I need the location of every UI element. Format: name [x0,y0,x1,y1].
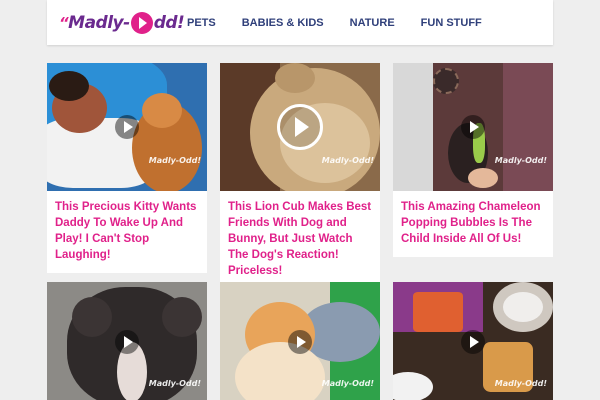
watermark: Madly-Odd! [494,379,547,388]
video-card[interactable]: Madly-Odd! This Precious Kitty Wants Dad… [47,63,207,273]
video-card[interactable]: Madly-Odd! [47,282,207,400]
watermark: Madly-Odd! [148,379,201,388]
play-icon[interactable] [115,115,139,139]
video-thumbnail[interactable]: Madly-Odd! [220,282,380,400]
logo-text-right: dd! [153,13,185,33]
watermark: Madly-Odd! [148,156,201,165]
video-thumbnail[interactable]: Madly-Odd! [220,63,380,191]
video-thumbnail[interactable]: Madly-Odd! [393,282,553,400]
video-title[interactable]: This Precious Kitty Wants Daddy To Wake … [47,191,207,273]
nav-nature[interactable]: NATURE [350,17,395,29]
main-nav: PETS BABIES & KIDS NATURE FUN STUFF [187,0,508,45]
play-icon[interactable] [288,330,312,354]
play-icon[interactable] [461,115,485,139]
video-thumbnail[interactable]: Madly-Odd! [393,63,553,191]
nav-babies-kids[interactable]: BABIES & KIDS [242,17,324,29]
watermark: Madly-Odd! [321,156,374,165]
play-icon[interactable] [277,104,323,150]
play-icon[interactable] [461,330,485,354]
video-thumbnail[interactable]: Madly-Odd! [47,63,207,191]
video-card[interactable]: Madly-Odd! [393,282,553,400]
site-header: “ Madly- dd! PETS BABIES & KIDS NATURE F… [47,0,553,45]
video-card[interactable]: Madly-Odd! This Lion Cub Makes Best Frie… [220,63,380,289]
watermark: Madly-Odd! [321,379,374,388]
video-title[interactable]: This Amazing Chameleon Popping Bubbles I… [393,191,553,257]
logo-text-left: Madly- [68,13,130,33]
video-thumbnail[interactable]: Madly-Odd! [47,282,207,400]
video-card[interactable]: Madly-Odd! This Amazing Chameleon Poppin… [393,63,553,257]
video-card[interactable]: Madly-Odd! [220,282,380,400]
logo-play-icon [130,12,153,34]
site-logo[interactable]: “ Madly- dd! [59,10,185,36]
watermark: Madly-Odd! [494,156,547,165]
video-title[interactable]: This Lion Cub Makes Best Friends With Do… [220,191,380,289]
nav-pets[interactable]: PETS [187,17,216,29]
logo-quote: “ [59,14,69,32]
play-icon[interactable] [115,330,139,354]
nav-fun-stuff[interactable]: FUN STUFF [421,17,482,29]
